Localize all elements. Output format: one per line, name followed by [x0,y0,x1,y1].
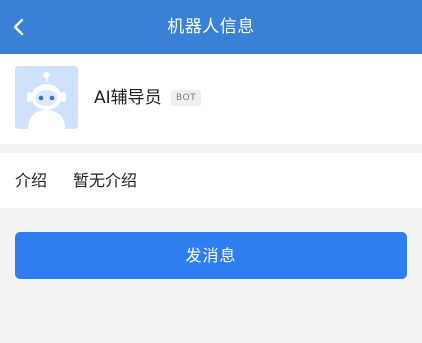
bot-badge: BOT [171,90,202,106]
robot-avatar-icon [15,66,78,129]
bot-name: AI辅导员 [94,88,162,108]
top-app-bar: 机器人信息 [0,0,422,54]
intro-row: 介绍 暂无介绍 [0,153,422,208]
intro-value: 暂无介绍 [73,171,138,190]
intro-label: 介绍 [15,171,48,190]
send-message-button[interactable]: 发消息 [15,232,407,279]
page-title: 机器人信息 [167,17,255,37]
avatar [15,66,78,129]
bot-profile-card: AI辅导员 BOT [0,54,422,144]
